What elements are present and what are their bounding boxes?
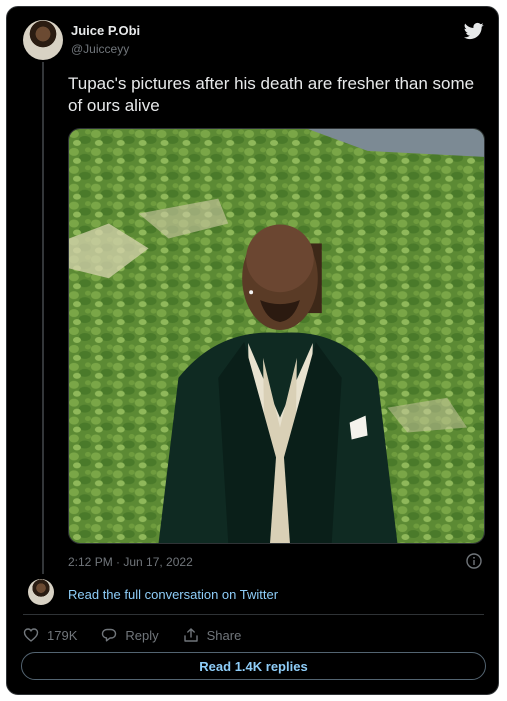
thread-line	[42, 62, 44, 574]
author-name[interactable]: Juice P.Obi	[71, 23, 140, 38]
divider	[23, 614, 484, 615]
share-button[interactable]: Share	[183, 627, 242, 643]
reply-icon	[102, 628, 117, 642]
reply-label: Reply	[125, 627, 159, 643]
info-icon[interactable]	[466, 553, 482, 569]
read-conversation-link[interactable]: Read the full conversation on Twitter	[68, 587, 278, 602]
read-replies-button[interactable]: Read 1.4K replies	[21, 652, 486, 680]
like-count: 179K	[47, 627, 78, 643]
like-button[interactable]: 179K	[23, 627, 77, 643]
reply-button[interactable]: Reply	[101, 627, 159, 643]
share-label: Share	[206, 627, 242, 643]
tweet-timestamp[interactable]: 2:12 PM · Jun 17, 2022	[68, 555, 193, 569]
embedded-tweet-card: Juice P.Obi @Juicceyy Tupac's pictures a…	[6, 6, 499, 695]
author-handle[interactable]: @Juicceyy	[71, 42, 129, 56]
author-avatar[interactable]	[23, 20, 63, 60]
tweet-actions: 179K Reply Share	[23, 625, 265, 645]
twitter-bird-icon[interactable]	[463, 21, 485, 41]
heart-icon	[23, 628, 39, 642]
tweet-photo[interactable]	[68, 128, 485, 544]
share-icon	[183, 628, 198, 642]
conversation-avatar	[28, 579, 54, 605]
tweet-text: Tupac's pictures after his death are fre…	[68, 74, 475, 115]
